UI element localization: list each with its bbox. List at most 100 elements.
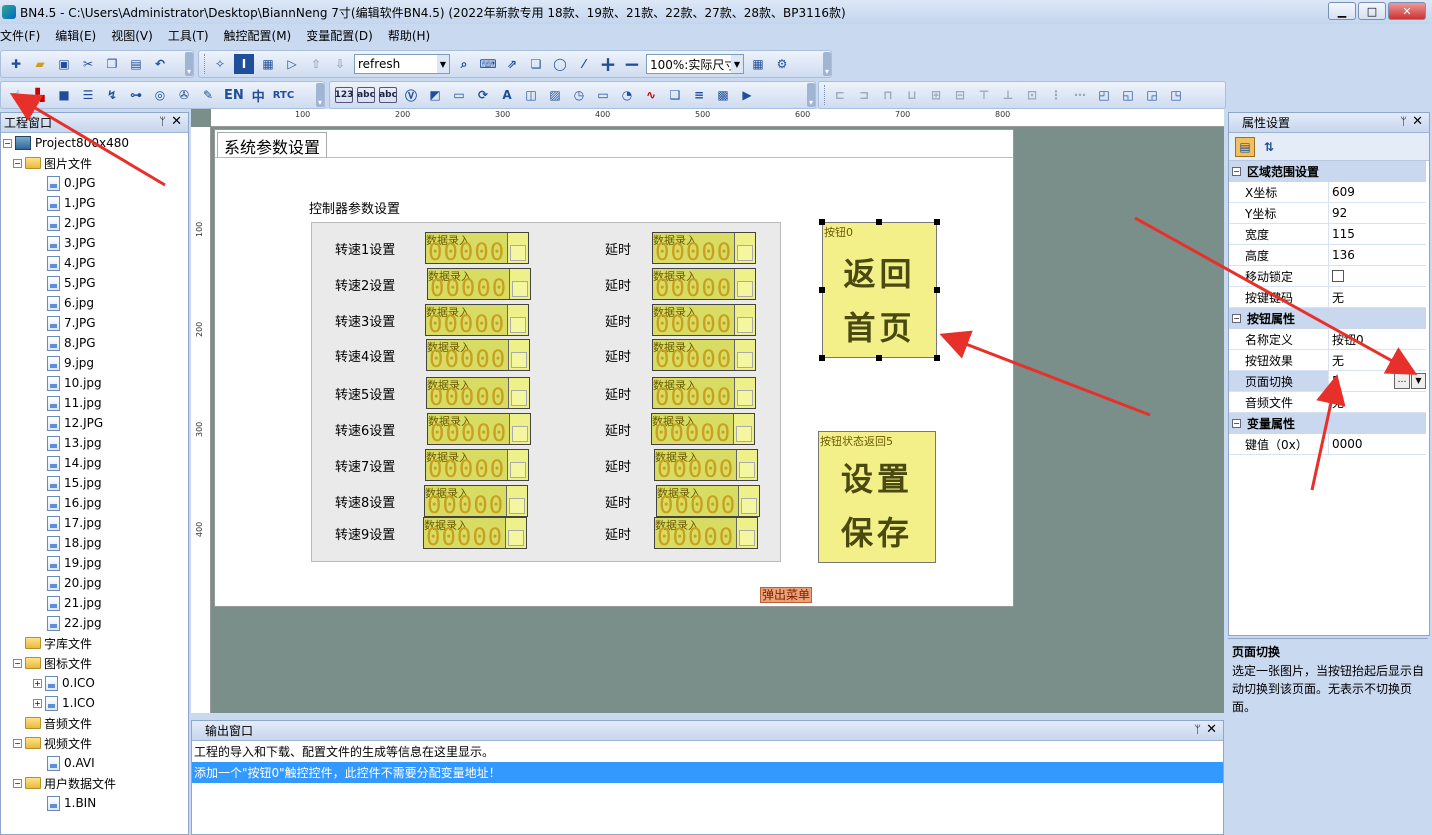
pin-icon[interactable]: ᛘ [1400, 115, 1407, 128]
rectangle-icon[interactable]: ■ [54, 85, 74, 105]
keyboard-icon[interactable]: ⌨ [478, 54, 498, 74]
menu-touch-config[interactable]: 触控配置(M) [224, 27, 307, 44]
tree-image-file[interactable]: 1.JPG [47, 193, 96, 213]
data-input-field[interactable]: 数据录入 00000 [651, 413, 755, 447]
font-icon[interactable]: A [497, 85, 517, 105]
download-icon[interactable]: ⇩ [330, 54, 350, 74]
prop-width[interactable]: 宽度 115 [1229, 224, 1426, 245]
chinese-text-icon[interactable]: 中 [250, 85, 267, 105]
list-indent-icon[interactable]: ☰ [78, 85, 98, 105]
copy-layer-icon[interactable]: ❑ [665, 85, 685, 105]
align-bottom-icon[interactable]: ⊔ [902, 85, 922, 105]
english-text-icon[interactable]: EN [222, 85, 246, 105]
popup-menu-control[interactable]: 弹出菜单 [760, 586, 813, 603]
prop-key-value[interactable]: 键值（0x） 0000 [1229, 434, 1426, 455]
center-h-icon[interactable]: ⊞ [926, 85, 946, 105]
align-left-icon[interactable]: ⊏ [830, 85, 850, 105]
image-icon[interactable]: ▨ [545, 85, 565, 105]
tree-image-file[interactable]: 21.jpg [47, 593, 102, 613]
menu-help[interactable]: 帮助(H) [388, 27, 438, 44]
refresh-circle-icon[interactable]: ◎ [150, 85, 170, 105]
open-folder-icon[interactable]: ▰ [30, 54, 50, 74]
text-tool-icon[interactable]: I [234, 54, 254, 74]
ellipsis-icon[interactable]: … [1394, 373, 1410, 389]
data-input-field[interactable]: 数据录入 00000 [652, 232, 756, 266]
data-input-field[interactable]: 数据录入 00000 [425, 449, 529, 483]
search-doc-icon[interactable]: ⌕ [454, 54, 474, 74]
data-input-field[interactable]: 数据录入 00000 [427, 268, 531, 302]
menu-view[interactable]: 视图(V) [111, 27, 168, 44]
chart-icon[interactable]: ◩ [425, 85, 445, 105]
data-input-field[interactable]: 数据录入 00000 [652, 304, 756, 338]
same-width-icon[interactable]: ⊤ [974, 85, 994, 105]
expand-toggle-icon[interactable]: + [33, 698, 42, 708]
settings-save-button[interactable]: 按钮状态返回5 设置 保存 [818, 431, 936, 563]
tree-image-file[interactable]: 5.JPG [47, 273, 96, 293]
refresh-select[interactable]: refresh ▼ [354, 54, 450, 74]
tree-icon-file[interactable]: +0.ICO [33, 673, 95, 693]
zoom-in-icon[interactable]: + [598, 52, 618, 76]
tree-image-file[interactable]: 17.jpg [47, 513, 102, 533]
minimize-button[interactable]: ▁ [1328, 2, 1356, 20]
move-lock-checkbox[interactable] [1332, 270, 1344, 282]
close-button[interactable]: ✕ [1388, 2, 1426, 20]
tree-image-file[interactable]: 8.JPG [47, 333, 96, 353]
tree-folder-fonts[interactable]: 字库文件 [25, 633, 92, 653]
tree-folder-audio[interactable]: 音频文件 [25, 713, 92, 733]
list-icon[interactable]: ≡ [689, 85, 709, 105]
design-canvas[interactable]: 系统参数设置 控制器参数设置 按钮0 返回 首页 按钮状态返回5 设置 保存 弹… [214, 129, 1014, 607]
eyedropper-icon[interactable]: ⁄ [574, 54, 594, 74]
new-file-icon[interactable]: ✚ [6, 54, 26, 74]
space-v-icon[interactable]: ⋯ [1070, 85, 1090, 105]
hand-pointer-icon[interactable]: ☝ [6, 85, 26, 105]
prop-effect[interactable]: 按钮效果无 [1229, 350, 1426, 371]
data-input-field[interactable]: 数据录入 00000 [425, 232, 529, 266]
bar-icon[interactable]: ▭ [449, 85, 469, 105]
data-input-field[interactable]: 数据录入 00000 [426, 377, 530, 411]
category-area[interactable]: − 区域范围设置 [1229, 161, 1426, 182]
category-button[interactable]: − 按钮属性 [1229, 308, 1426, 329]
page-switch-value[interactable]: 5 [1332, 374, 1340, 388]
tree-image-file[interactable]: 22.jpg [47, 613, 102, 633]
numeric-input-icon[interactable]: 123 [335, 87, 353, 103]
toolbar-grip-icon[interactable]: ▾ [807, 83, 815, 107]
toolbar-grip-icon[interactable]: ▾ [823, 52, 831, 76]
save-icon[interactable]: ▣ [54, 54, 74, 74]
forward-icon[interactable]: ◲ [1142, 85, 1162, 105]
data-input-field[interactable]: 数据录入 00000 [652, 377, 756, 411]
tree-folder-userdata[interactable]: − 用户数据文件 [13, 773, 116, 793]
category-variable[interactable]: − 变量属性 [1229, 413, 1426, 434]
tools-icon[interactable]: ✇ [174, 85, 194, 105]
data-input-field[interactable]: 数据录入 00000 [652, 339, 756, 373]
categorized-icon[interactable]: ▤ [1235, 136, 1255, 157]
pin-icon[interactable]: ᛘ [1194, 723, 1201, 736]
data-input-field[interactable]: 数据录入 00000 [426, 339, 530, 373]
function-icon[interactable]: ↯ [102, 85, 122, 105]
chevron-down-icon[interactable]: ▼ [731, 55, 743, 73]
output-line-selected[interactable]: 添加一个"按钮0"触控控件，此控件不需要分配变量地址！ [192, 762, 1223, 783]
data-input-field[interactable]: 数据录入 00000 [654, 449, 758, 483]
tree-image-file[interactable]: 19.jpg [47, 553, 102, 573]
data-input-field[interactable]: 数据录入 00000 [423, 517, 527, 551]
tree-folder-icons[interactable]: − 图标文件 [13, 653, 92, 673]
text-input-icon[interactable]: abc [357, 87, 375, 103]
expand-toggle-icon[interactable]: − [13, 658, 22, 668]
page-icon[interactable]: ▷ [282, 54, 302, 74]
clock-icon[interactable]: ◷ [569, 85, 589, 105]
tree-image-file[interactable]: 16.jpg [47, 493, 102, 513]
tree-image-file[interactable]: 2.JPG [47, 213, 96, 233]
undo-icon[interactable]: ↶ [150, 54, 170, 74]
prop-height[interactable]: 高度 136 [1229, 245, 1426, 266]
tree-image-file[interactable]: 20.jpg [47, 573, 102, 593]
expand-toggle-icon[interactable]: − [13, 738, 22, 748]
menu-variable-config[interactable]: 变量配置(D) [306, 27, 388, 44]
tree-root[interactable]: − Project800x480 [3, 133, 129, 153]
center-v-icon[interactable]: ⊟ [950, 85, 970, 105]
prop-page-switch[interactable]: 页面切换 5… ▼ [1229, 371, 1426, 392]
tree-image-file[interactable]: 0.JPG [47, 173, 96, 193]
alarm-control-icon[interactable]: ▚ [30, 85, 50, 105]
prop-y[interactable]: Y坐标 92 [1229, 203, 1426, 224]
page-tab-title[interactable]: 系统参数设置 [217, 132, 328, 158]
toolbar-grip-icon[interactable]: ▾ [316, 83, 324, 107]
pin-icon[interactable]: ᛘ [159, 115, 166, 128]
